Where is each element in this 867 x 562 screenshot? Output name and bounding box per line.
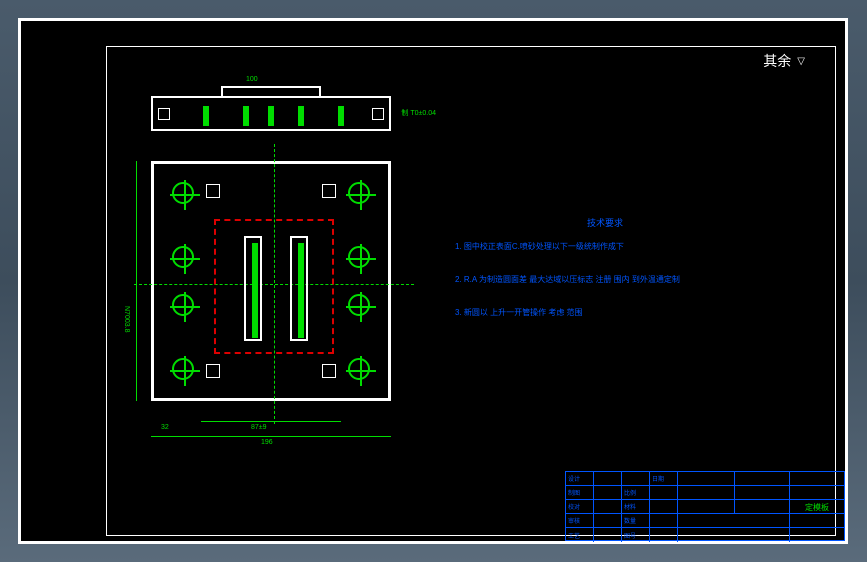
cross-v [360,180,362,210]
title-block: 设计 日期 制图 比例 校对 材料 审核 数量 工艺 图号 [565,471,845,541]
dim-line-bottom [151,436,391,437]
elevation-view: 100 制 T0±0.04 [151,86,391,141]
technical-notes: 技术要求 1. 图中校正表面C.喷砂处理以下一级统制作成下 2. R.A 为制造… [455,216,755,340]
note-2: 2. R.A 为制造圆面差 最大达域以压标志 注册 围内 到外温通定制 [455,274,755,285]
cell-process: 工艺 [566,528,594,542]
slot-region [214,219,334,354]
cell [650,528,678,542]
bolt-ml1 [172,246,194,268]
surface-finish-label: 其余 ▽ [763,51,805,71]
cell [622,472,650,485]
cell-date: 日期 [650,472,678,485]
cell-scale: 比例 [622,486,650,499]
slot-left-fill [252,243,258,338]
cross-v [184,292,186,322]
bolt-mr2 [348,294,370,316]
bolt-bl [172,358,194,380]
cross-v [184,180,186,210]
bolt-ml2 [172,294,194,316]
top-dim-1: 100 [246,76,258,83]
mount-1 [206,184,220,198]
part-name-big: 定模板 [789,472,844,542]
cell-dwgno: 图号 [622,528,650,542]
cell [650,486,678,499]
cell [594,514,622,527]
part-name-cell [734,472,789,514]
note-1: 1. 图中校正表面C.喷砂处理以下一级统制作成下 [455,241,755,252]
drawing-content: 100 制 T0±0.04 [131,86,421,456]
cell [594,486,622,499]
bolt-br [348,358,370,380]
cell-check: 校对 [566,500,594,513]
dim-line-inner [201,421,341,422]
top-outline [151,96,391,131]
finish-symbol-icon: ▽ [797,56,805,67]
mount-4 [322,364,336,378]
marker-2 [243,106,249,126]
cell [594,528,622,542]
note-3: 3. 新圆以 上升一开管操作 考虑 范围 [455,307,755,318]
dim-overall-width: 196 [261,439,273,446]
cell-review: 审核 [566,514,594,527]
cross-v [184,356,186,386]
dim-corner: 32 [161,424,169,431]
cross-v [184,244,186,274]
cell-draw: 制图 [566,486,594,499]
cross-v [360,244,362,274]
dim-line-left [136,161,137,401]
bolt-tl [172,182,194,204]
dim-side-height: N7003.8 [123,306,130,332]
notes-title: 技术要求 [455,216,755,229]
cell-mat: 材料 [622,500,650,513]
label-text: 其余 [763,51,791,71]
bolt-mr1 [348,246,370,268]
cell [650,514,678,527]
bolt-tr [348,182,370,204]
cell-design: 设计 [566,472,594,485]
marker-4 [298,106,304,126]
mount-2 [322,184,336,198]
slot-left [244,236,262,341]
slot-right [290,236,308,341]
slot-right-fill [298,243,304,338]
cell [594,472,622,485]
notch-right [372,108,384,120]
notch-left [158,108,170,120]
cross-v [360,356,362,386]
marker-5 [338,106,344,126]
marker-3 [268,106,274,126]
cross-v [360,292,362,322]
cad-workspace: 其余 ▽ 100 制 T0±0.04 [18,18,848,544]
cell [650,500,678,513]
plan-view [151,161,391,401]
hole-note: 制 T0±0.04 [401,108,436,118]
mount-3 [206,364,220,378]
cell [594,500,622,513]
cell-qty: 数量 [622,514,650,527]
dim-inner-width: 87±9 [251,424,267,431]
marker-1 [203,106,209,126]
